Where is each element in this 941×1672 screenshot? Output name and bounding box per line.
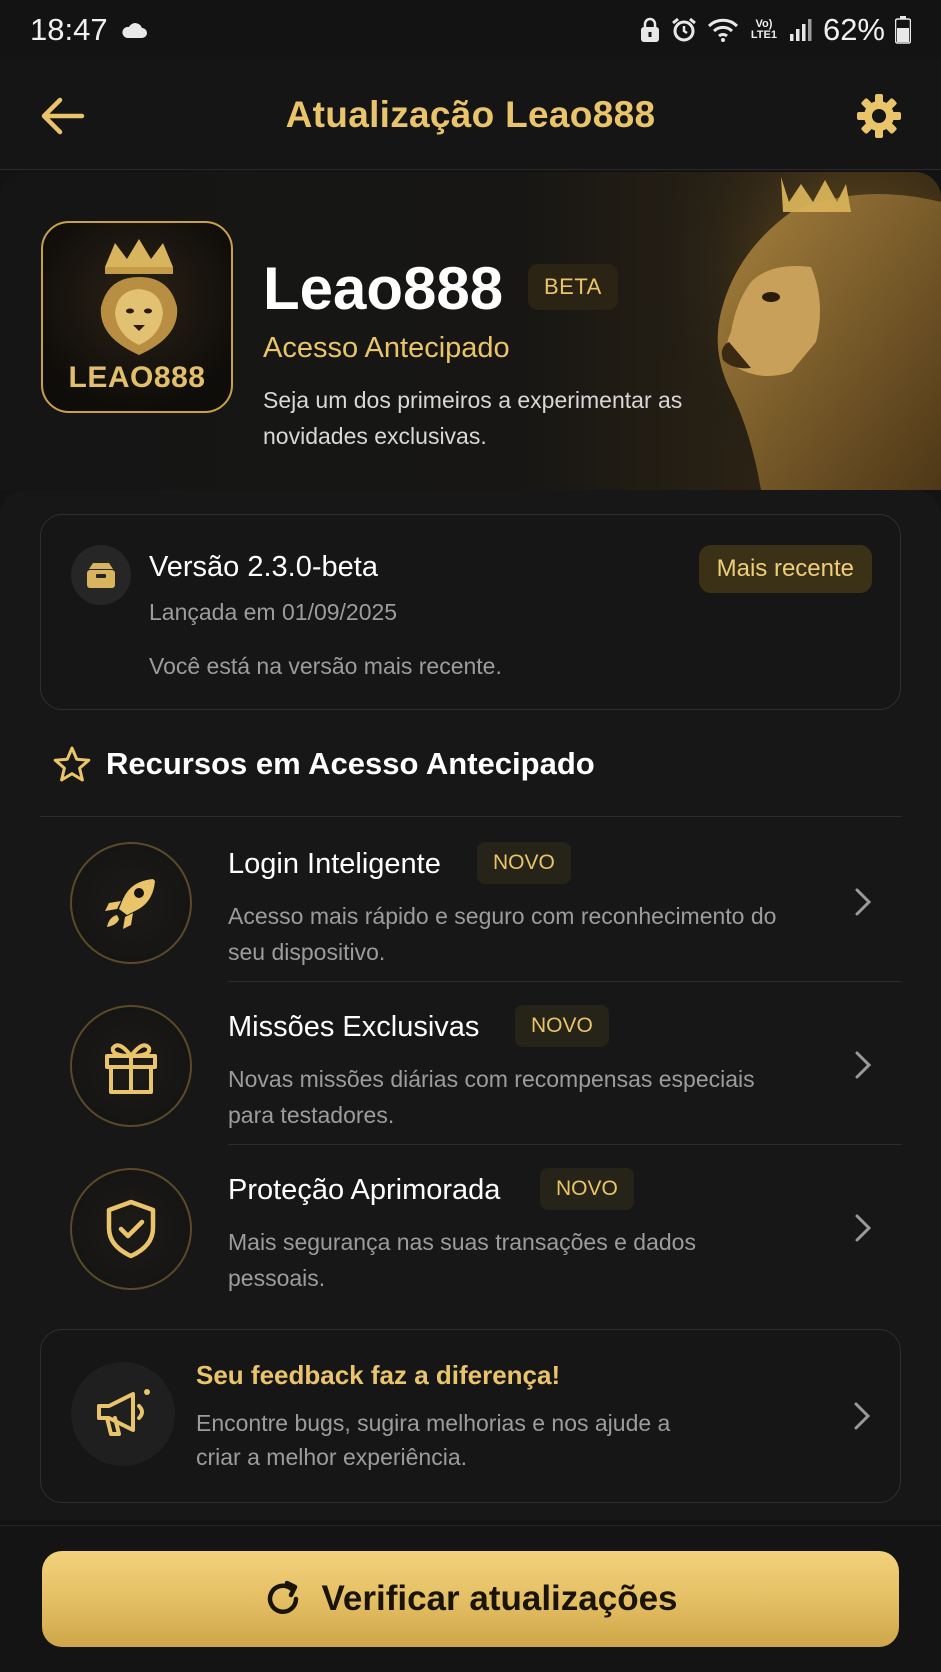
settings-button[interactable]	[851, 88, 907, 144]
lion-illustration	[641, 172, 941, 490]
section-title: Recursos em Acesso Antecipado	[106, 746, 595, 781]
rocket-icon	[105, 879, 155, 929]
feature-row-protection[interactable]: Proteção Aprimorada NOVO Mais segurança …	[40, 1146, 901, 1306]
version-title: Versão 2.3.0-beta	[149, 551, 378, 583]
alarm-icon	[671, 17, 697, 43]
latest-badge: Mais recente	[698, 545, 872, 593]
check-updates-button[interactable]: Verificar atualizações	[42, 1551, 899, 1647]
back-button[interactable]	[34, 88, 90, 144]
chevron-right-icon	[855, 888, 872, 916]
gift-icon	[105, 1043, 157, 1094]
feature-description: Mais segurança nas suas transações e dad…	[228, 1229, 696, 1291]
features-section-header: Recursos em Acesso Antecipado	[52, 745, 595, 783]
hero-subtitle: Acesso Antecipado	[263, 332, 510, 364]
status-right: Vo) LTE1 62%	[639, 12, 911, 48]
status-left: 18:47	[30, 12, 148, 48]
star-icon	[53, 746, 91, 782]
feature-description: Acesso mais rápido e seguro com reconhec…	[228, 903, 777, 965]
feature-title: Missões Exclusivas	[228, 1011, 480, 1043]
new-badge: NOVO	[515, 1005, 609, 1047]
feature-icon-circle	[70, 1005, 192, 1127]
feature-icon-circle	[70, 1168, 192, 1290]
beta-badge: BETA	[528, 264, 618, 310]
feature-title: Login Inteligente	[228, 848, 441, 880]
chevron-right-icon	[855, 1214, 872, 1242]
lock-icon	[639, 17, 661, 43]
battery-percent: 62%	[822, 12, 885, 47]
app-name: Leao888	[263, 255, 504, 322]
status-time: 18:47	[30, 12, 108, 47]
divider	[228, 1144, 901, 1145]
version-card: Versão 2.3.0-beta Lançada em 01/09/2025 …	[40, 514, 901, 710]
arrow-left-icon	[41, 97, 85, 135]
wifi-icon	[707, 17, 739, 43]
signal-icon	[789, 18, 813, 42]
feature-icon-circle	[70, 842, 192, 964]
status-bar: 18:47 Vo) LTE1 62%	[0, 0, 941, 60]
version-status: Você está na versão mais recente.	[149, 653, 502, 679]
feature-title: Proteção Aprimorada	[228, 1174, 501, 1206]
divider	[228, 981, 901, 982]
battery-icon	[895, 16, 911, 44]
shield-check-icon	[106, 1199, 156, 1259]
feature-description: Novas missões diárias com recompensas es…	[228, 1066, 755, 1128]
feature-row-login[interactable]: Login Inteligente NOVO Acesso mais rápid…	[40, 820, 901, 980]
hero-banner: LEAO888 Leao888 BETA Acesso Antecipado S…	[0, 172, 941, 490]
new-badge: NOVO	[477, 842, 571, 884]
page-title: Atualização Leao888	[285, 93, 656, 135]
check-updates-label: Verificar atualizações	[321, 1579, 678, 1618]
feedback-card[interactable]: Seu feedback faz a diferença! Encontre b…	[40, 1329, 901, 1503]
version-release-date: Lançada em 01/09/2025	[149, 599, 398, 625]
lion-crown-icon	[100, 239, 178, 355]
hero-description: Seja um dos primeiros a experimentar as …	[263, 387, 683, 449]
chevron-right-icon	[855, 1051, 872, 1079]
package-icon	[71, 545, 131, 605]
feature-row-missions[interactable]: Missões Exclusivas NOVO Novas missões di…	[40, 983, 901, 1143]
megaphone-icon	[71, 1362, 175, 1466]
new-badge: NOVO	[540, 1168, 634, 1210]
refresh-icon	[268, 1580, 299, 1614]
chevron-right-icon	[854, 1402, 871, 1430]
cloud-icon	[120, 20, 148, 40]
feedback-description: Encontre bugs, sugira melhorias e nos aj…	[196, 1410, 671, 1470]
logo-wordmark: LEAO888	[68, 361, 206, 394]
network-label: Vo) LTE1	[750, 18, 777, 41]
gear-icon	[857, 94, 901, 138]
divider	[40, 816, 901, 817]
top-app-bar: Atualização Leao888	[0, 60, 941, 170]
feedback-title: Seu feedback faz a diferença!	[196, 1360, 561, 1390]
app-logo: LEAO888	[41, 221, 233, 413]
